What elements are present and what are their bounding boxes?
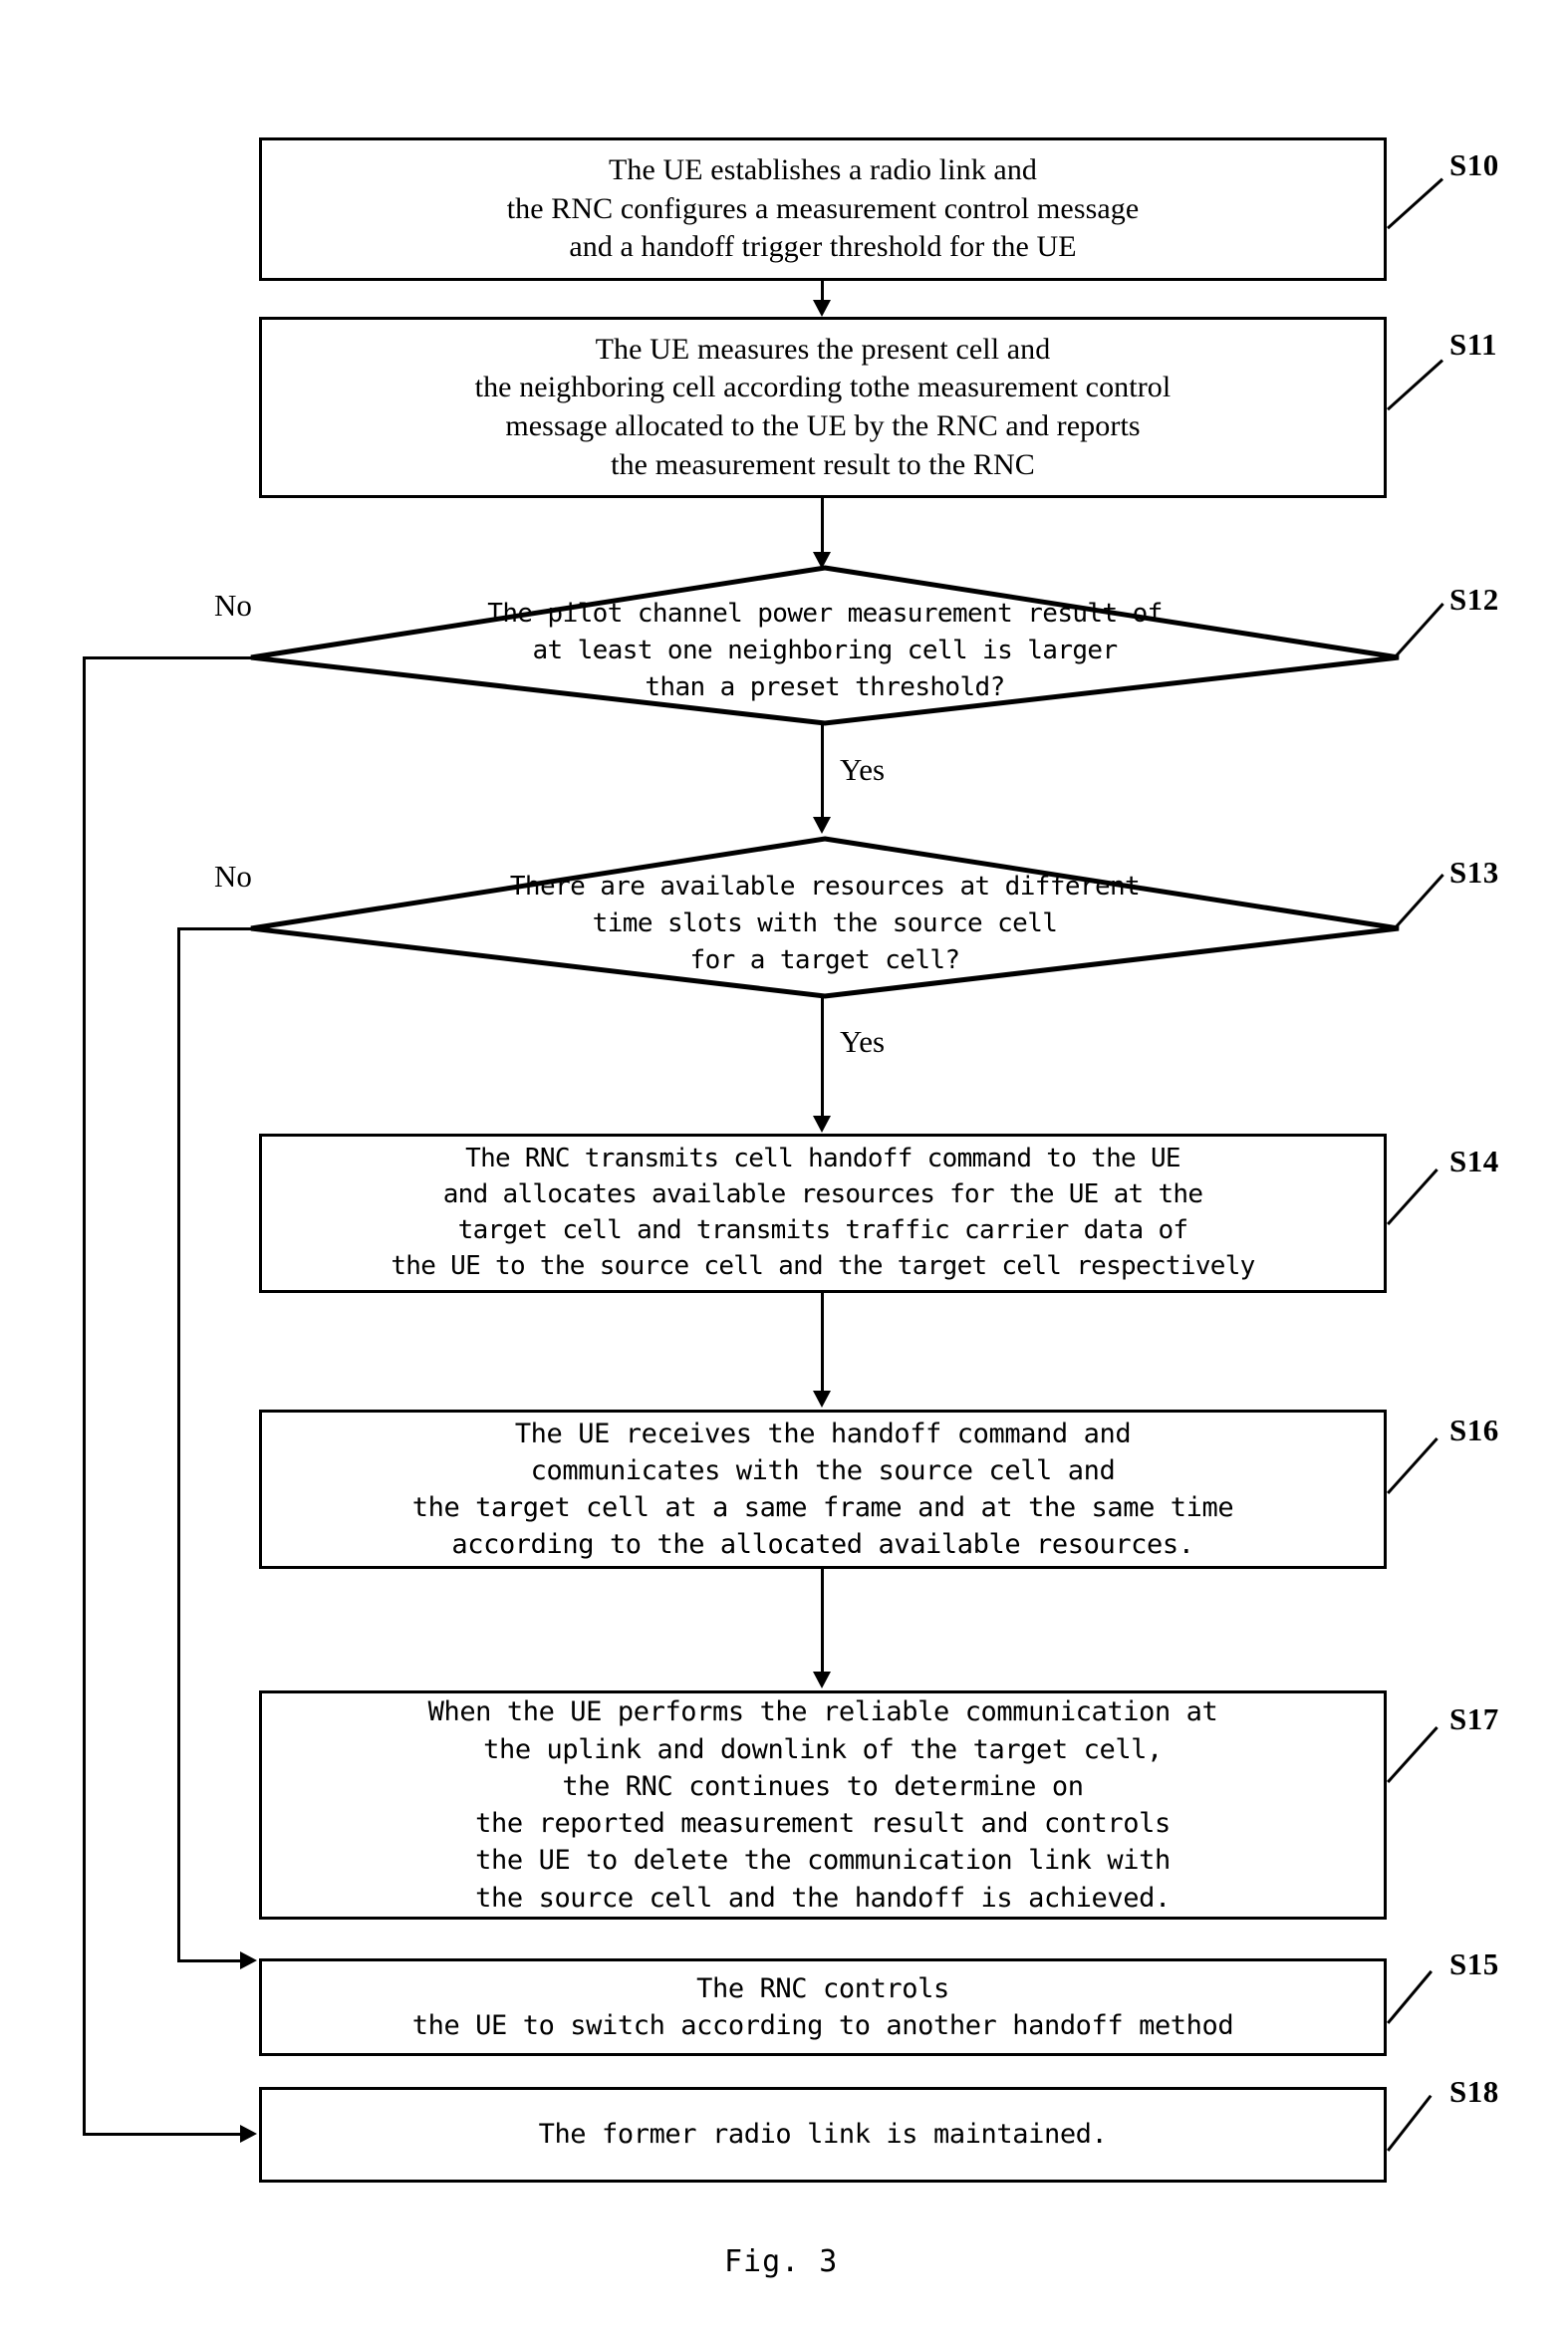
- s17-line-3: the RNC continues to determine on: [562, 1770, 1084, 1802]
- s17-line-2: the uplink and downlink of the target ce…: [483, 1733, 1163, 1765]
- arrow-s12-s13: [813, 817, 831, 834]
- connector-s14-s16: [821, 1293, 824, 1393]
- branch-label-no-s13: No: [214, 859, 252, 894]
- s13-line-2: time slots with the source cell: [592, 907, 1058, 938]
- s15-line-2: the UE to switch according to another ha…: [411, 2010, 1234, 2041]
- s16-line-2: communicates with the source cell and: [530, 1454, 1116, 1486]
- step-label-s13: S13: [1449, 855, 1499, 890]
- leader-line-s18: [1387, 2094, 1433, 2152]
- step-label-s16: S16: [1449, 1413, 1499, 1447]
- s17-line-6: the source cell and the handoff is achie…: [475, 1882, 1171, 1914]
- flow-node-s15: The RNC controls the UE to switch accord…: [259, 1958, 1387, 2056]
- arrow-s13-s14: [813, 1116, 831, 1133]
- s12-line-1: The pilot channel power measurement resu…: [487, 599, 1163, 629]
- leader-line-s10: [1387, 177, 1444, 230]
- step-label-s12: S12: [1449, 582, 1499, 617]
- s17-line-1: When the UE performs the reliable commun…: [427, 1696, 1218, 1728]
- s10-line-1: The UE establishes a radio link and: [608, 152, 1038, 186]
- flow-node-s10-text: The UE establishes a radio link and the …: [270, 151, 1376, 267]
- connector-s13-no-horizontal: [177, 927, 255, 930]
- branch-label-no-s12: No: [214, 588, 252, 623]
- arrow-s12-no-to-s18: [240, 2125, 257, 2143]
- leader-line-s16: [1387, 1437, 1438, 1495]
- arrow-s10-s11: [813, 300, 831, 317]
- flow-node-s17-text: When the UE performs the reliable commun…: [270, 1693, 1376, 1917]
- flow-node-s12-text: The pilot channel power measurement resu…: [249, 596, 1401, 706]
- s12-line-3: than a preset threshold?: [645, 671, 1005, 702]
- flow-node-s14: The RNC transmits cell handoff command t…: [259, 1134, 1387, 1293]
- flow-node-s13: There are available resources at differe…: [249, 836, 1401, 999]
- s17-line-5: the UE to delete the communication link …: [475, 1845, 1171, 1877]
- s16-line-1: The UE receives the handoff command and: [514, 1418, 1132, 1449]
- flow-node-s10: The UE establishes a radio link and the …: [259, 137, 1387, 281]
- s11-line-1: The UE measures the present cell and: [595, 332, 1051, 366]
- s10-line-3: and a handoff trigger threshold for the …: [569, 230, 1077, 264]
- s11-line-4: the measurement result to the RNC: [611, 447, 1035, 481]
- connector-s13-s14: [821, 998, 824, 1118]
- leader-line-s14: [1387, 1168, 1438, 1226]
- s16-line-4: according to the allocated available res…: [451, 1529, 1194, 1561]
- patent-figure-flowchart: The UE establishes a radio link and the …: [0, 0, 1568, 2330]
- leader-line-s17: [1387, 1726, 1438, 1784]
- flow-node-s13-text: There are available resources at differe…: [249, 869, 1401, 979]
- connector-s11-s12: [821, 498, 824, 554]
- flow-node-s12: The pilot channel power measurement resu…: [249, 565, 1401, 726]
- step-label-s18: S18: [1449, 2074, 1499, 2109]
- step-label-s11: S11: [1449, 327, 1498, 362]
- s17-line-4: the reported measurement result and cont…: [475, 1808, 1171, 1839]
- branch-label-yes-s12: Yes: [840, 752, 886, 787]
- s14-line-1: The RNC transmits cell handoff command t…: [465, 1144, 1180, 1174]
- s13-line-1: There are available resources at differe…: [509, 872, 1141, 902]
- step-label-s17: S17: [1449, 1701, 1499, 1736]
- connector-s13-no-to-s15: [177, 1959, 240, 1962]
- flow-node-s15-text: The RNC controls the UE to switch accord…: [270, 1970, 1376, 2045]
- step-label-s14: S14: [1449, 1144, 1499, 1178]
- connector-s16-s17: [821, 1569, 824, 1674]
- s13-line-3: for a target cell?: [689, 944, 961, 975]
- flow-node-s18-text: The former radio link is maintained.: [270, 2116, 1376, 2153]
- s10-line-2: the RNC configures a measurement control…: [506, 191, 1140, 225]
- flow-node-s11: The UE measures the present cell and the…: [259, 317, 1387, 498]
- s11-line-2: the neighboring cell according tothe mea…: [474, 371, 1172, 404]
- step-label-s10: S10: [1449, 147, 1499, 182]
- s14-line-3: target cell and transmits traffic carrie…: [457, 1215, 1188, 1245]
- connector-s13-no-vertical: [177, 927, 180, 1962]
- arrow-s13-no-to-s15: [240, 1951, 257, 1969]
- s12-line-2: at least one neighboring cell is larger: [532, 635, 1118, 665]
- s18-line-1: The former radio link is maintained.: [538, 2119, 1108, 2151]
- flow-node-s18: The former radio link is maintained.: [259, 2087, 1387, 2183]
- arrow-s16-s17: [813, 1672, 831, 1688]
- connector-s12-s13: [821, 725, 824, 819]
- branch-label-yes-s13: Yes: [840, 1024, 886, 1059]
- flow-node-s14-text: The RNC transmits cell handoff command t…: [270, 1142, 1376, 1285]
- s14-line-4: the UE to the source cell and the target…: [391, 1250, 1255, 1281]
- arrow-s14-s16: [813, 1391, 831, 1408]
- figure-caption: Fig. 3: [724, 2244, 839, 2279]
- leader-line-s15: [1387, 1969, 1434, 2024]
- s16-line-3: the target cell at a same frame and at t…: [411, 1492, 1234, 1523]
- connector-s12-no-horizontal: [83, 656, 254, 659]
- connector-s12-no-to-s18: [83, 2133, 240, 2136]
- flow-node-s17: When the UE performs the reliable commun…: [259, 1690, 1387, 1920]
- step-label-s15: S15: [1449, 1946, 1499, 1981]
- s11-line-3: message allocated to the UE by the RNC a…: [505, 409, 1141, 442]
- flow-node-s11-text: The UE measures the present cell and the…: [270, 331, 1376, 485]
- connector-s12-no-vertical: [83, 656, 86, 2136]
- s14-line-2: and allocates available resources for th…: [442, 1179, 1203, 1210]
- leader-line-s11: [1387, 359, 1444, 411]
- flow-node-s16: The UE receives the handoff command and …: [259, 1410, 1387, 1569]
- s15-line-1: The RNC controls: [696, 1972, 949, 2004]
- flow-node-s16-text: The UE receives the handoff command and …: [270, 1416, 1376, 1564]
